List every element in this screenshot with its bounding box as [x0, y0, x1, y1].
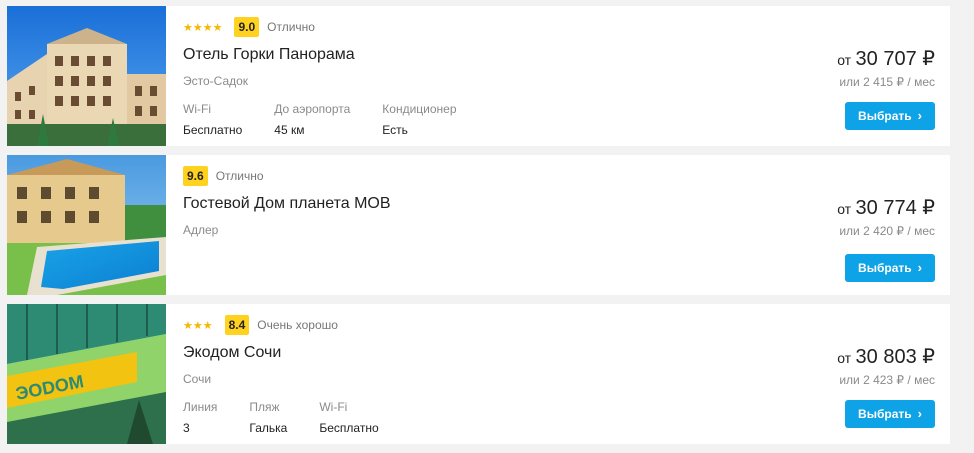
price-value: 30 774 ₽ [855, 197, 935, 219]
hotel-info: ★★★ 8.4 Очень хорошо Экодом Сочи Сочи Ли… [183, 304, 750, 444]
monthly-price: или 2 423 ₽ / мес [839, 373, 935, 387]
hotel-info: 9.6 Отлично Гостевой Дом планета МОВ Адл… [183, 155, 750, 295]
price-line: от 30 774 ₽ [837, 195, 935, 220]
score-badge: 9.6 [183, 166, 208, 186]
hotel-info: ★★★★ 9.0 Отлично Отель Горки Панорама Эс… [183, 6, 750, 146]
feature-value: Бесплатно [183, 123, 243, 137]
feature-wifi: Wi-Fi Бесплатно [183, 102, 242, 137]
select-button-label: Выбрать [858, 407, 912, 421]
hotel-list: ★★★★ 9.0 Отлично Отель Горки Панорама Эс… [7, 6, 950, 453]
price-prefix: от [837, 201, 852, 217]
hotel-photo[interactable] [7, 155, 166, 295]
feature-label: Wi-Fi [183, 102, 211, 116]
price-prefix: от [837, 350, 852, 366]
feature-label: Кондиционер [382, 102, 457, 116]
hotel-location: Эсто-Садок [183, 74, 249, 88]
hotel-name[interactable]: Гостевой Дом планета МОВ [183, 195, 391, 213]
rating-row: 9.6 Отлично [183, 166, 264, 186]
hotel-name[interactable]: Отель Горки Панорама [183, 46, 355, 64]
star-icon: ★★★ [183, 319, 213, 332]
hotel-features: Линия 3 Пляж Галька Wi-Fi Бесплатно [183, 400, 411, 435]
feature-airport: До аэропорта 45 км [274, 102, 350, 137]
hotel-location: Адлер [183, 223, 219, 237]
monthly-price: или 2 415 ₽ / мес [839, 75, 935, 89]
score-badge: 8.4 [224, 315, 250, 335]
feature-value: Бесплатно [319, 421, 379, 435]
monthly-price: или 2 420 ₽ / мес [839, 224, 935, 238]
feature-value: Есть [382, 123, 408, 137]
feature-label: До аэропорта [274, 102, 351, 116]
select-button[interactable]: Выбрать › [845, 254, 935, 282]
feature-line: Линия 3 [183, 400, 217, 435]
hotel-features: Wi-Fi Бесплатно До аэропорта 45 км Конди… [183, 102, 489, 137]
price-value: 30 707 ₽ [855, 48, 935, 70]
select-button[interactable]: Выбрать › [845, 400, 935, 428]
score-label: Очень хорошо [257, 318, 338, 332]
price-block: от 30 707 ₽ или 2 415 ₽ / мес [837, 46, 935, 89]
hotel-card[interactable]: ★★★★ 9.0 Отлично Отель Горки Панорама Эс… [7, 6, 950, 146]
price-block: от 30 803 ₽ или 2 423 ₽ / мес [837, 344, 935, 387]
price-line: от 30 803 ₽ [837, 344, 935, 369]
rating-row: ★★★★ 9.0 Отлично [183, 17, 315, 37]
feature-label: Wi-Fi [319, 400, 348, 414]
chevron-right-icon: › [917, 406, 922, 421]
price-block: от 30 774 ₽ или 2 420 ₽ / мес [837, 195, 935, 238]
score-label: Отлично [267, 20, 315, 34]
score-badge: 9.0 [234, 17, 260, 37]
hotel-location: Сочи [183, 372, 212, 386]
feature-value: Галька [249, 421, 288, 435]
feature-label: Пляж [249, 400, 280, 414]
hotel-card[interactable]: ЭODOM ★★★ 8.4 Очень хорошо Экодом Сочи С… [7, 304, 950, 444]
feature-label: Линия [183, 400, 218, 414]
select-button-label: Выбрать [858, 261, 912, 275]
score-label: Отлично [215, 169, 264, 183]
price-line: от 30 707 ₽ [837, 46, 935, 71]
price-prefix: от [837, 52, 852, 68]
feature-beach: Пляж Галька [249, 400, 287, 435]
feature-ac: Кондиционер Есть [382, 102, 456, 137]
select-button-label: Выбрать [858, 109, 912, 123]
rating-row: ★★★ 8.4 Очень хорошо [183, 315, 338, 335]
price-value: 30 803 ₽ [855, 346, 935, 368]
hotel-name[interactable]: Экодом Сочи [183, 344, 281, 362]
hotel-photo[interactable] [7, 6, 166, 146]
chevron-right-icon: › [917, 260, 922, 275]
star-icon: ★★★★ [183, 21, 223, 34]
feature-value: 45 км [274, 123, 305, 137]
feature-value: 3 [183, 421, 190, 435]
chevron-right-icon: › [917, 108, 922, 123]
select-button[interactable]: Выбрать › [845, 102, 935, 130]
feature-wifi: Wi-Fi Бесплатно [319, 400, 378, 435]
hotel-photo[interactable]: ЭODOM [7, 304, 166, 444]
hotel-card[interactable]: 9.6 Отлично Гостевой Дом планета МОВ Адл… [7, 155, 950, 295]
